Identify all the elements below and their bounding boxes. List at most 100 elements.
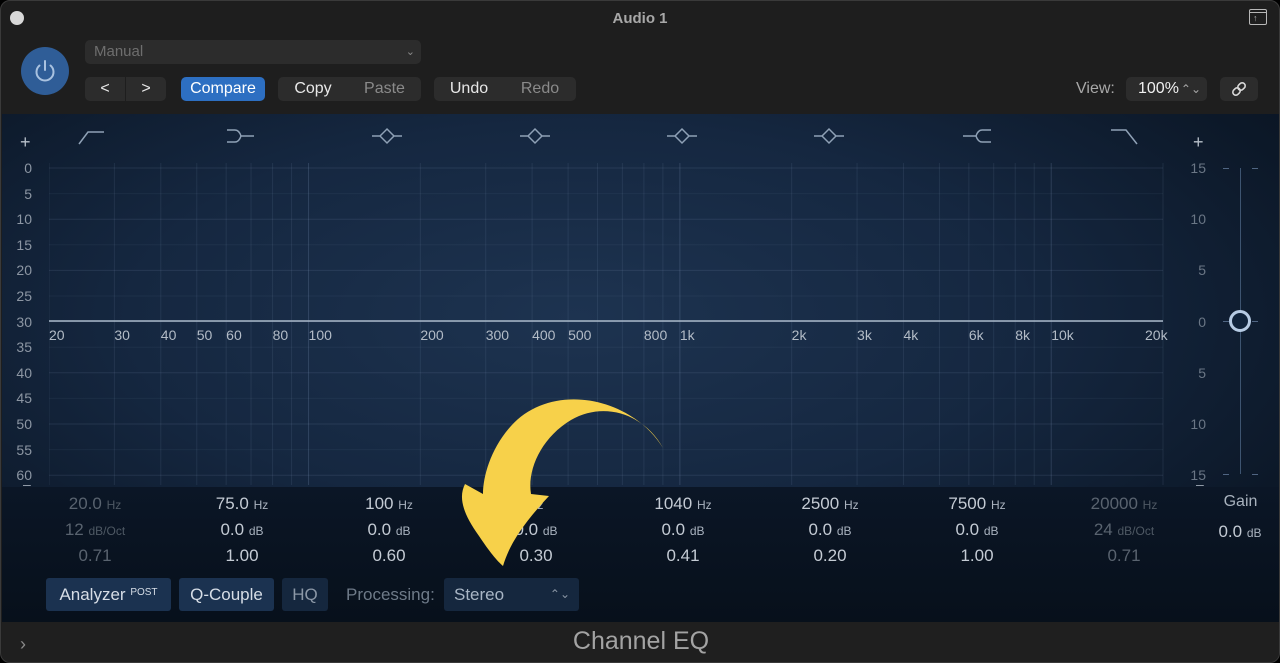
band-gain-7[interactable]: 0.0 dB	[917, 520, 1037, 540]
frequency-label: 100	[308, 327, 332, 343]
processing-select[interactable]: Stereo ⌃⌄	[444, 578, 579, 611]
gain-scale-label: 5	[1198, 364, 1206, 381]
db-scale-label: 30	[16, 313, 32, 330]
plugin-name: Channel EQ	[572, 627, 710, 655]
band-q-2[interactable]: 1.00	[182, 546, 302, 566]
power-button[interactable]	[21, 47, 69, 95]
frequency-label: 800	[643, 327, 668, 343]
frequency-label: 400	[532, 327, 556, 343]
compare-button[interactable]: Compare	[181, 77, 265, 101]
db-scale-label: 45	[16, 390, 32, 407]
link-button[interactable]	[1220, 77, 1258, 101]
db-scale-label: 0	[24, 160, 32, 176]
low-shelf-icon[interactable]	[223, 125, 257, 147]
undo-button[interactable]: Undo	[434, 77, 504, 101]
band-gain-6[interactable]: 0.0 dB	[770, 520, 890, 540]
frequency-label: 60	[226, 327, 242, 343]
band-q-6[interactable]: 0.20	[770, 546, 890, 566]
db-scale-label: 50	[16, 416, 32, 432]
db-scale-label: 40	[16, 364, 32, 381]
band-frequency-2[interactable]: 75.0 Hz	[182, 494, 302, 514]
power-icon	[35, 60, 55, 82]
link-icon	[1232, 82, 1246, 96]
frequency-label: 300	[485, 327, 510, 343]
gain-scale-label: 10	[1190, 416, 1206, 432]
plugin-window: Audio 1 ↑ Manual ⌄ < > Compare Copy Past…	[0, 0, 1280, 663]
frequency-label: 40	[160, 327, 177, 343]
db-scale-label: 35	[16, 339, 32, 356]
frequency-label: 2k	[791, 327, 807, 343]
up-down-chevron-icon: ⌃⌄	[549, 587, 570, 601]
frequency-label: 10k	[1051, 327, 1074, 343]
band-gain-8[interactable]: 24 dB/Oct	[1064, 520, 1184, 540]
frequency-label: 20	[49, 327, 65, 343]
popout-icon[interactable]: ↑	[1249, 9, 1267, 25]
low-cut-icon[interactable]	[75, 125, 109, 147]
hq-button[interactable]: HQ	[282, 578, 328, 611]
previous-preset-button[interactable]: <	[85, 77, 125, 101]
processing-label: Processing:	[346, 585, 435, 604]
gain-scale-label: 0	[1198, 313, 1206, 330]
redo-button[interactable]: Redo	[504, 77, 576, 101]
band-q-8[interactable]: 0.71	[1064, 546, 1184, 566]
db-scale-label: 10	[16, 211, 32, 228]
gain-scale-label: 15	[1190, 467, 1206, 484]
right-scale-plus[interactable]: +	[1193, 132, 1204, 153]
annotation-arrow-icon	[461, 399, 663, 566]
chevron-down-icon: ⌄	[405, 46, 415, 58]
gain-scale-label: 5	[1198, 262, 1206, 279]
high-cut-icon[interactable]	[1107, 125, 1141, 147]
db-scale-label: 5	[24, 185, 32, 202]
analyzer-button[interactable]: Analyzer POST	[46, 578, 171, 611]
view-zoom-select[interactable]: 100% ⌃⌄	[1126, 77, 1207, 101]
preset-value: Manual	[94, 43, 144, 60]
gain-scale-label: 10	[1190, 211, 1206, 228]
frequency-label: 4k	[903, 327, 919, 343]
gain-slider-handle[interactable]	[1229, 310, 1251, 332]
frequency-label: 20k	[1145, 327, 1168, 343]
band-frequency-1[interactable]: 20.0 Hz	[35, 494, 155, 514]
master-gain-label: Gain	[1223, 493, 1258, 510]
frequency-label: 80	[272, 327, 289, 343]
up-down-chevron-icon: ⌃⌄	[1180, 82, 1201, 96]
processing-value: Stereo	[454, 585, 505, 604]
bell-band-3-icon[interactable]	[370, 125, 404, 147]
band-q-1[interactable]: 0.71	[35, 546, 155, 566]
high-shelf-icon[interactable]	[960, 125, 994, 147]
bell-band-4-icon[interactable]	[518, 125, 552, 147]
frequency-label: 6k	[968, 327, 984, 343]
db-scale-label: 25	[16, 288, 32, 304]
view-label: View:	[1076, 80, 1115, 97]
frequency-label: 3k	[857, 327, 872, 343]
frequency-label: 8k	[1015, 327, 1031, 343]
bell-band-6-icon[interactable]	[812, 125, 846, 147]
window-title: Audio 1	[612, 10, 668, 27]
frequency-label: 50	[196, 327, 213, 343]
gain-scale-label: 15	[1190, 160, 1206, 176]
db-scale-label: 55	[16, 441, 32, 458]
view-zoom-value: 100%	[1138, 80, 1179, 97]
preset-dropdown[interactable]: Manual ⌄	[85, 40, 421, 64]
bell-band-5-icon[interactable]	[665, 125, 699, 147]
db-scale-label: 15	[16, 236, 32, 253]
band-frequency-6[interactable]: 2500 Hz	[770, 494, 890, 514]
frequency-label: 200	[420, 327, 444, 343]
band-gain-1[interactable]: 12 dB/Oct	[35, 520, 155, 540]
db-scale-label: 60	[16, 467, 32, 484]
paste-button[interactable]: Paste	[348, 77, 421, 101]
db-scale-label: 20	[16, 262, 32, 279]
band-gain-2[interactable]: 0.0 dB	[182, 520, 302, 540]
next-preset-button[interactable]: >	[126, 77, 166, 101]
frequency-label: 500	[568, 327, 592, 343]
band-frequency-7[interactable]: 7500 Hz	[917, 494, 1037, 514]
plugin-footer: › Channel EQ	[2, 622, 1279, 662]
frequency-label: 30	[114, 327, 130, 343]
frequency-label: 1k	[679, 327, 695, 343]
title-bar: Audio 1 ↑	[1, 1, 1279, 35]
master-gain-value[interactable]: 0.0 dB	[1180, 522, 1279, 542]
copy-button[interactable]: Copy	[278, 77, 348, 101]
band-q-7[interactable]: 1.00	[917, 546, 1037, 566]
band-frequency-8[interactable]: 20000 Hz	[1064, 494, 1184, 514]
left-scale-plus[interactable]: +	[20, 132, 31, 153]
q-couple-button[interactable]: Q-Couple	[179, 578, 274, 611]
